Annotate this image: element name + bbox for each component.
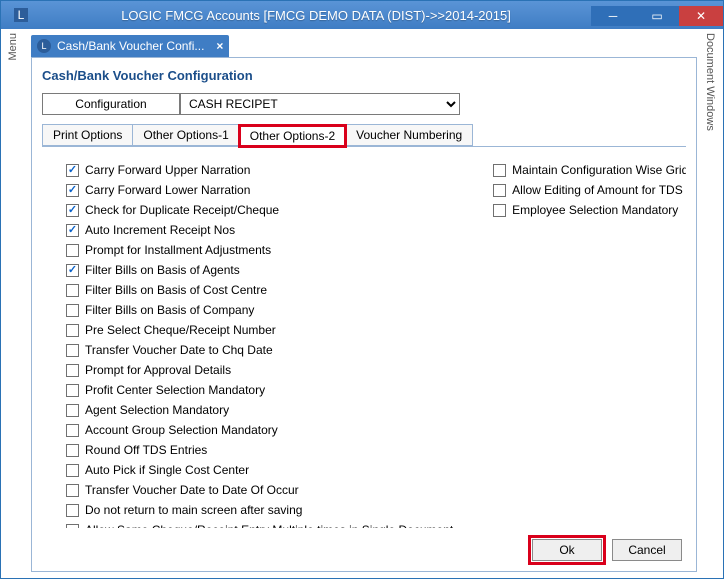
document-tab-close-icon[interactable]: × (216, 39, 223, 53)
tab-other-options-1[interactable]: Other Options-1 (132, 124, 239, 146)
checkbox-icon[interactable] (66, 444, 79, 457)
checkbox-icon[interactable] (66, 384, 79, 397)
titlebar: L LOGIC FMCG Accounts [FMCG DEMO DATA (D… (1, 1, 723, 29)
option-label: Employee Selection Mandatory (512, 201, 678, 219)
option-allow-same-cheque-receipt-entry-multiple-times-in-single-document[interactable]: Allow Same Cheque/Receipt Entry Multiple… (66, 521, 453, 528)
checkbox-icon[interactable] (66, 304, 79, 317)
option-agent-selection-mandatory[interactable]: Agent Selection Mandatory (66, 401, 453, 419)
option-maintain-configuration-wise-grid-settings[interactable]: Maintain Configuration Wise Grid Setting… (493, 161, 686, 179)
option-label: Profit Center Selection Mandatory (85, 381, 265, 399)
checkbox-icon[interactable] (66, 224, 79, 237)
option-label: Allow Same Cheque/Receipt Entry Multiple… (85, 521, 453, 528)
option-auto-increment-receipt-nos[interactable]: Auto Increment Receipt Nos (66, 221, 453, 239)
option-filter-bills-on-basis-of-cost-centre[interactable]: Filter Bills on Basis of Cost Centre (66, 281, 453, 299)
checkbox-icon[interactable] (66, 504, 79, 517)
panel-title: Cash/Bank Voucher Configuration (42, 66, 686, 89)
option-label: Pre Select Cheque/Receipt Number (85, 321, 276, 339)
option-label: Round Off TDS Entries (85, 441, 207, 459)
option-label: Carry Forward Lower Narration (85, 181, 250, 199)
option-transfer-voucher-date-to-date-of-occur[interactable]: Transfer Voucher Date to Date Of Occur (66, 481, 453, 499)
option-employee-selection-mandatory[interactable]: Employee Selection Mandatory (493, 201, 686, 219)
option-label: Filter Bills on Basis of Company (85, 301, 254, 319)
option-label: Filter Bills on Basis of Cost Centre (85, 281, 267, 299)
svg-text:L: L (18, 8, 25, 22)
tab-other-options-2[interactable]: Other Options-2 (239, 125, 346, 147)
option-filter-bills-on-basis-of-company[interactable]: Filter Bills on Basis of Company (66, 301, 453, 319)
option-transfer-voucher-date-to-chq-date[interactable]: Transfer Voucher Date to Chq Date (66, 341, 453, 359)
app-window: L LOGIC FMCG Accounts [FMCG DEMO DATA (D… (0, 0, 724, 579)
option-round-off-tds-entries[interactable]: Round Off TDS Entries (66, 441, 453, 459)
configuration-label: Configuration (42, 93, 180, 115)
option-check-for-duplicate-receipt-cheque[interactable]: Check for Duplicate Receipt/Cheque (66, 201, 453, 219)
document-tab-label: Cash/Bank Voucher Confi... (57, 39, 204, 53)
maximize-button[interactable]: ▭ (635, 6, 679, 26)
option-label: Agent Selection Mandatory (85, 401, 229, 419)
option-label: Auto Increment Receipt Nos (85, 221, 235, 239)
checkbox-icon[interactable] (66, 204, 79, 217)
option-filter-bills-on-basis-of-agents[interactable]: Filter Bills on Basis of Agents (66, 261, 453, 279)
window-title: LOGIC FMCG Accounts [FMCG DEMO DATA (DIS… (41, 8, 591, 23)
option-label: Carry Forward Upper Narration (85, 161, 250, 179)
app-icon: L (1, 7, 41, 23)
option-prompt-for-installment-adjustments[interactable]: Prompt for Installment Adjustments (66, 241, 453, 259)
option-label: Transfer Voucher Date to Date Of Occur (85, 481, 299, 499)
checkbox-icon[interactable] (66, 264, 79, 277)
checkbox-icon[interactable] (66, 324, 79, 337)
checkbox-icon[interactable] (493, 184, 506, 197)
menu-rail-label: Menu (7, 33, 19, 61)
checkbox-icon[interactable] (493, 204, 506, 217)
option-label: Do not return to main screen after savin… (85, 501, 302, 519)
document-windows-label: Document Windows (704, 33, 716, 131)
minimize-button[interactable]: ─ (591, 6, 635, 26)
option-allow-editing-of-amount-for-tds-calculation[interactable]: Allow Editing of Amount for TDS Calculat… (493, 181, 686, 199)
tab-print-options[interactable]: Print Options (42, 124, 133, 146)
tab-voucher-numbering[interactable]: Voucher Numbering (345, 124, 473, 146)
document-tab[interactable]: L Cash/Bank Voucher Confi... × (31, 35, 229, 57)
option-label: Filter Bills on Basis of Agents (85, 261, 240, 279)
tabstrip: Print Options Other Options-1 Other Opti… (42, 123, 686, 147)
tab-page-other-options-2: Carry Forward Upper Narration Carry Forwa… (42, 147, 686, 528)
option-label: Transfer Voucher Date to Chq Date (85, 341, 273, 359)
cancel-button[interactable]: Cancel (612, 539, 682, 561)
checkbox-icon[interactable] (66, 284, 79, 297)
config-panel: Cash/Bank Voucher Configuration Configur… (31, 57, 697, 572)
option-account-group-selection-mandatory[interactable]: Account Group Selection Mandatory (66, 421, 453, 439)
option-do-not-return-to-main-screen-after-saving[interactable]: Do not return to main screen after savin… (66, 501, 453, 519)
option-label: Maintain Configuration Wise Grid Setting… (512, 161, 686, 179)
checkbox-icon[interactable] (66, 404, 79, 417)
checkbox-icon[interactable] (66, 484, 79, 497)
document-windows-rail[interactable]: Document Windows (699, 33, 721, 173)
checkbox-icon[interactable] (66, 424, 79, 437)
checkbox-icon[interactable] (493, 164, 506, 177)
option-label: Prompt for Approval Details (85, 361, 231, 379)
checkbox-icon[interactable] (66, 164, 79, 177)
option-carry-forward-lower-narration[interactable]: Carry Forward Lower Narration (66, 181, 453, 199)
option-prompt-for-approval-details[interactable]: Prompt for Approval Details (66, 361, 453, 379)
document-tab-icon: L (37, 39, 51, 53)
ok-button[interactable]: Ok (532, 539, 602, 561)
option-label: Account Group Selection Mandatory (85, 421, 278, 439)
close-button[interactable]: ✕ (679, 6, 723, 26)
option-label: Check for Duplicate Receipt/Cheque (85, 201, 279, 219)
option-label: Prompt for Installment Adjustments (85, 241, 271, 259)
option-label: Allow Editing of Amount for TDS Calculat… (512, 181, 686, 199)
checkbox-icon[interactable] (66, 464, 79, 477)
option-label: Auto Pick if Single Cost Center (85, 461, 249, 479)
option-profit-center-selection-mandatory[interactable]: Profit Center Selection Mandatory (66, 381, 453, 399)
checkbox-icon[interactable] (66, 244, 79, 257)
checkbox-icon[interactable] (66, 364, 79, 377)
option-pre-select-cheque-receipt-number[interactable]: Pre Select Cheque/Receipt Number (66, 321, 453, 339)
checkbox-icon[interactable] (66, 524, 79, 529)
option-auto-pick-if-single-cost-center[interactable]: Auto Pick if Single Cost Center (66, 461, 453, 479)
configuration-select[interactable]: CASH RECIPET (180, 93, 460, 115)
menu-rail[interactable]: Menu (1, 33, 25, 93)
checkbox-icon[interactable] (66, 344, 79, 357)
checkbox-icon[interactable] (66, 184, 79, 197)
option-carry-forward-upper-narration[interactable]: Carry Forward Upper Narration (66, 161, 453, 179)
